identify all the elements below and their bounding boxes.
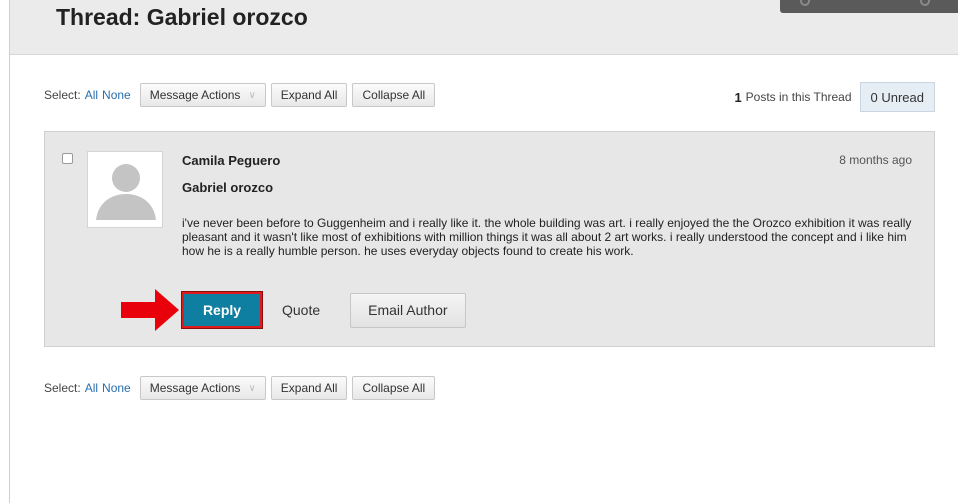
header-search-widget[interactable] <box>780 0 958 13</box>
chevron-down-icon: ∨ <box>248 382 256 394</box>
top-toolbar: Select: All None Message Actions ∨ Expan… <box>44 82 436 108</box>
collapse-all-button[interactable]: Collapse All <box>352 83 436 107</box>
select-none-link[interactable]: None <box>102 88 131 102</box>
bottom-toolbar: Select: All None Message Actions ∨ Expan… <box>44 375 436 401</box>
post-author[interactable]: Camila Peguero <box>182 153 280 168</box>
post-count-label: Posts in this Thread <box>745 90 852 104</box>
search-icon <box>800 0 810 6</box>
select-label: Select: <box>44 88 81 102</box>
avatar-placeholder-icon <box>96 164 156 220</box>
post-actions: Reply Quote Email Author <box>181 291 466 329</box>
message-actions-label: Message Actions <box>149 381 241 395</box>
select-all-link[interactable]: All <box>85 88 98 102</box>
red-arrow-icon <box>121 289 179 331</box>
unread-badge[interactable]: 0 Unread <box>859 82 935 112</box>
post-count: 1 <box>734 89 742 105</box>
thread-stats: 1 Posts in this Thread 0 Unread <box>734 82 935 112</box>
post-body: i've never been before to Guggenheim and… <box>182 216 912 258</box>
message-actions-button[interactable]: Message Actions ∨ <box>139 376 266 400</box>
post-timestamp: 8 months ago <box>839 153 912 167</box>
reply-button[interactable]: Reply <box>181 291 263 329</box>
expand-all-button[interactable]: Expand All <box>270 376 348 400</box>
message-actions-button[interactable]: Message Actions ∨ <box>139 83 266 107</box>
post-checkbox[interactable] <box>62 153 73 164</box>
select-label: Select: <box>44 381 81 395</box>
chevron-down-icon: ∨ <box>248 89 256 101</box>
select-none-link[interactable]: None <box>102 381 131 395</box>
email-author-button[interactable]: Email Author <box>350 292 466 328</box>
message-actions-label: Message Actions <box>149 88 241 102</box>
collapse-all-button[interactable]: Collapse All <box>352 376 436 400</box>
expand-all-button[interactable]: Expand All <box>270 83 348 107</box>
select-all-link[interactable]: All <box>85 381 98 395</box>
page-title: Thread: Gabriel orozco <box>56 4 308 30</box>
quote-button[interactable]: Quote <box>262 293 340 327</box>
avatar <box>87 151 163 228</box>
left-divider <box>9 0 10 503</box>
post-subject: Gabriel orozco <box>182 180 274 195</box>
help-icon <box>920 0 930 6</box>
